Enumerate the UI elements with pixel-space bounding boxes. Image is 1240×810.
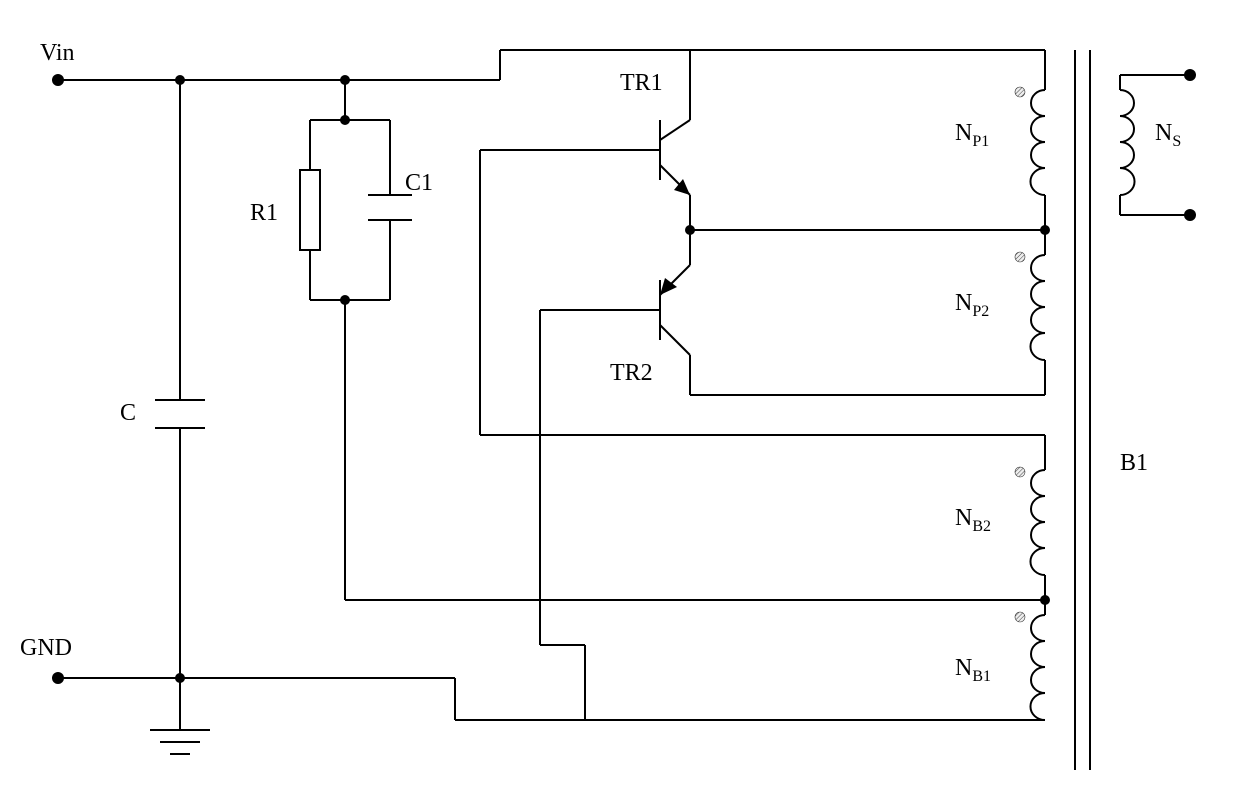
winding-nb1	[1030, 615, 1045, 720]
r1-label: R1	[250, 200, 278, 226]
capacitor-c	[155, 400, 205, 428]
np2-label: NP2	[955, 290, 989, 320]
nb2-label: NB2	[955, 505, 991, 535]
tr1-label: TR1	[620, 70, 663, 96]
nb1-label: NB1	[955, 655, 991, 685]
resistor-r1	[300, 170, 320, 250]
gnd-label: GND	[20, 635, 72, 661]
tr2-label: TR2	[610, 360, 653, 386]
ns-label: NS	[1155, 120, 1181, 150]
royer-schematic: Vin GND C R1 C1	[20, 20, 1220, 790]
c1-label: C1	[405, 170, 433, 196]
ns-terminal-top	[1184, 69, 1196, 81]
c-label: C	[120, 400, 136, 426]
b1-label: B1	[1120, 450, 1148, 476]
winding-nb2	[1030, 470, 1045, 575]
nb2-polarity-dot	[1015, 467, 1025, 477]
nb1-polarity-dot	[1015, 612, 1025, 622]
ground-symbol	[150, 730, 210, 754]
vin-label: Vin	[40, 40, 75, 66]
np1-label: NP1	[955, 120, 989, 150]
np1-polarity-dot	[1015, 87, 1025, 97]
winding-ns	[1120, 90, 1135, 195]
capacitor-c1	[368, 195, 412, 220]
winding-np1	[1030, 90, 1045, 195]
winding-np2	[1030, 255, 1045, 360]
ns-terminal-bot	[1184, 209, 1196, 221]
np2-polarity-dot	[1015, 252, 1025, 262]
